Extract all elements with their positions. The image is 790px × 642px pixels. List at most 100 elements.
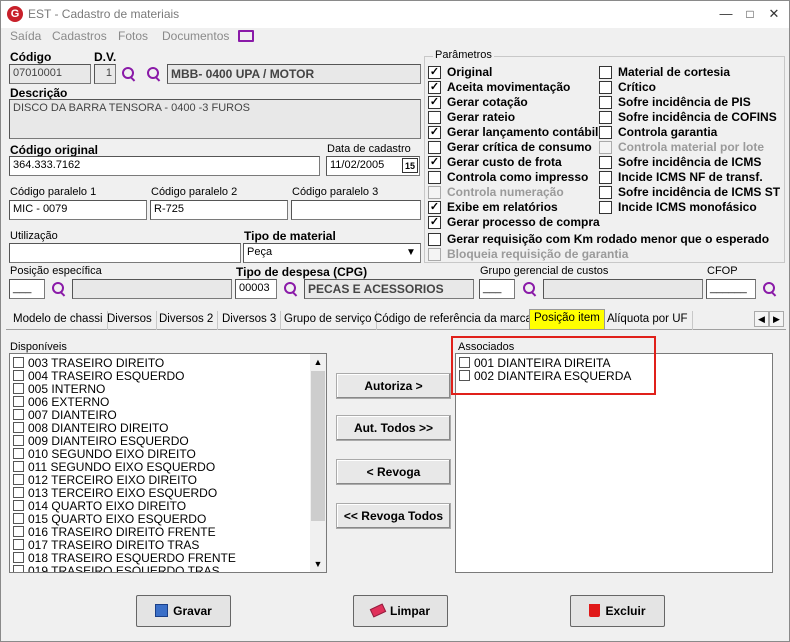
list-item-label: 013 TERCEIRO EIXO ESQUERDO [28,486,218,500]
autoriza-button[interactable]: Autoriza > [336,373,451,399]
maximize-icon[interactable]: □ [739,4,761,24]
list-item-checkbox[interactable] [13,500,24,512]
search-icon[interactable] [121,66,137,82]
list-item-checkbox[interactable] [13,422,24,434]
param-left-checkbox-5[interactable] [428,141,441,154]
calendar-icon[interactable]: 15 [402,158,418,173]
limpar-button[interactable]: Limpar [353,595,448,627]
search-despesa-icon[interactable] [283,281,299,297]
menu-fotos[interactable]: Fotos [118,29,148,43]
search-group-icon[interactable] [146,66,162,82]
excluir-button[interactable]: Excluir [570,595,665,627]
scroll-up-icon[interactable]: ▲ [310,354,326,370]
list-item-checkbox[interactable] [13,370,24,382]
list-item-checkbox[interactable] [13,461,24,473]
param-right-checkbox-2[interactable] [599,96,612,109]
param-left-checkbox-7[interactable] [428,171,441,184]
monitor-icon[interactable] [238,30,254,42]
list-item-checkbox[interactable] [13,409,24,421]
tab-7[interactable]: Alíquota por UF [603,311,693,330]
close-icon[interactable]: ✕ [763,4,785,24]
list-item-checkbox[interactable] [13,396,24,408]
minimize-icon[interactable]: — [715,4,737,24]
data-cadastro-label: Data de cadastro [327,143,411,155]
list-item-checkbox[interactable] [13,448,24,460]
param-left-checkbox-8[interactable] [428,186,441,199]
posicao-field[interactable]: ___ [9,279,45,299]
menu-documentos[interactable]: Documentos [162,29,229,43]
list-item-checkbox[interactable] [13,513,24,525]
cod-par2-field[interactable]: R-725 [150,200,288,220]
tab-3[interactable]: Diversos 3 [218,311,282,330]
param-right-checkbox-8[interactable] [599,186,612,199]
param-left-checkbox-2[interactable]: ✓ [428,96,441,109]
menu-cadastros[interactable]: Cadastros [52,29,107,43]
cod-par3-field[interactable] [291,200,421,220]
descricao-field[interactable]: DISCO DA BARRA TENSORA - 0400 -3 FUROS [9,99,421,139]
param-left-checkbox-1[interactable]: ✓ [428,81,441,94]
list-item-checkbox[interactable] [13,383,24,395]
scroll-down-icon[interactable]: ▼ [310,556,326,572]
revoga-button[interactable]: < Revoga [336,459,451,485]
tab-scroll-left-icon[interactable]: ◀ [754,311,769,327]
list-item-checkbox[interactable] [13,526,24,538]
tab-6[interactable]: Posição item [529,309,605,330]
param-right-checkbox-0[interactable] [599,66,612,79]
list-item-checkbox[interactable] [13,435,24,447]
param-left-checkbox-12[interactable] [428,248,441,261]
disponiveis-list[interactable]: 003 TRASEIRO DIREITO 004 TRASEIRO ESQUERD… [9,353,327,573]
param-left-checkbox-11[interactable] [428,233,441,246]
tab-5[interactable]: Código de referência da marca [370,311,537,330]
utilizacao-field[interactable] [9,243,241,263]
param-left-checkbox-label-1: Aceita movimentação [447,80,571,94]
param-left-checkbox-label-0: Original [447,65,493,79]
list-item-checkbox[interactable] [13,565,24,572]
list-item-label: 017 TRASEIRO DIREITO TRAS [28,538,200,552]
tab-4[interactable]: Grupo de serviço [280,311,377,330]
list-item-checkbox[interactable] [13,357,24,369]
list-item[interactable]: 019 TRASEIRO ESQUERDO TRAS [13,565,220,572]
tab-0[interactable]: Modelo de chassi [9,311,108,330]
tipo-material-select[interactable]: Peça [243,243,421,263]
codigo-original-field[interactable]: 364.333.7162 [9,156,320,176]
list-item-label: 007 DIANTEIRO [28,408,117,422]
disponiveis-scrollbar[interactable]: ▲ ▼ [310,354,326,572]
list-item-checkbox[interactable] [13,487,24,499]
tab-2[interactable]: Diversos 2 [155,311,219,330]
param-left-checkbox-4[interactable]: ✓ [428,126,441,139]
param-right-checkbox-7[interactable] [599,171,612,184]
param-left-checkbox-10[interactable]: ✓ [428,216,441,229]
search-grupo-icon[interactable] [522,281,538,297]
param-right-checkbox-6[interactable] [599,156,612,169]
param-right-checkbox-label-6: Sofre incidência de ICMS [618,155,762,169]
param-left-checkbox-9[interactable]: ✓ [428,201,441,214]
list-item-checkbox[interactable] [13,552,24,564]
param-right-checkbox-1[interactable] [599,81,612,94]
search-cfop-icon[interactable] [762,281,778,297]
param-right-checkbox-5[interactable] [599,141,612,154]
param-left-checkbox-0[interactable]: ✓ [428,66,441,79]
param-left-checkbox-6[interactable]: ✓ [428,156,441,169]
cfop-field[interactable]: ______ [706,279,756,299]
tab-scroll-right-icon[interactable]: ▶ [769,311,784,327]
param-right-checkbox-9[interactable] [599,201,612,214]
menu-saida[interactable]: Saída [10,29,41,43]
list-item-checkbox[interactable] [13,539,24,551]
param-right-checkbox-4[interactable] [599,126,612,139]
param-left-checkbox-label-9: Exibe em relatórios [447,200,558,214]
param-left-checkbox-3[interactable] [428,111,441,124]
gravar-button[interactable]: Gravar [136,595,231,627]
list-item-checkbox[interactable] [13,474,24,486]
search-posicao-icon[interactable] [51,281,67,297]
cod-par1-field[interactable]: MIC - 0079 [9,200,147,220]
revoga-todos-button[interactable]: << Revoga Todos [336,503,451,529]
tipo-despesa-field[interactable]: 00003 [235,279,277,299]
tab-1[interactable]: Diversos [103,311,157,330]
scroll-thumb[interactable] [311,371,325,521]
chevron-down-icon[interactable]: ▼ [403,244,419,262]
grupo-gerencial-field[interactable]: ___ [479,279,515,299]
codigo-field[interactable]: 07010001 [9,64,91,84]
param-right-checkbox-3[interactable] [599,111,612,124]
aut-todos-button[interactable]: Aut. Todos >> [336,415,451,441]
dv-field[interactable]: 1 [94,64,116,84]
